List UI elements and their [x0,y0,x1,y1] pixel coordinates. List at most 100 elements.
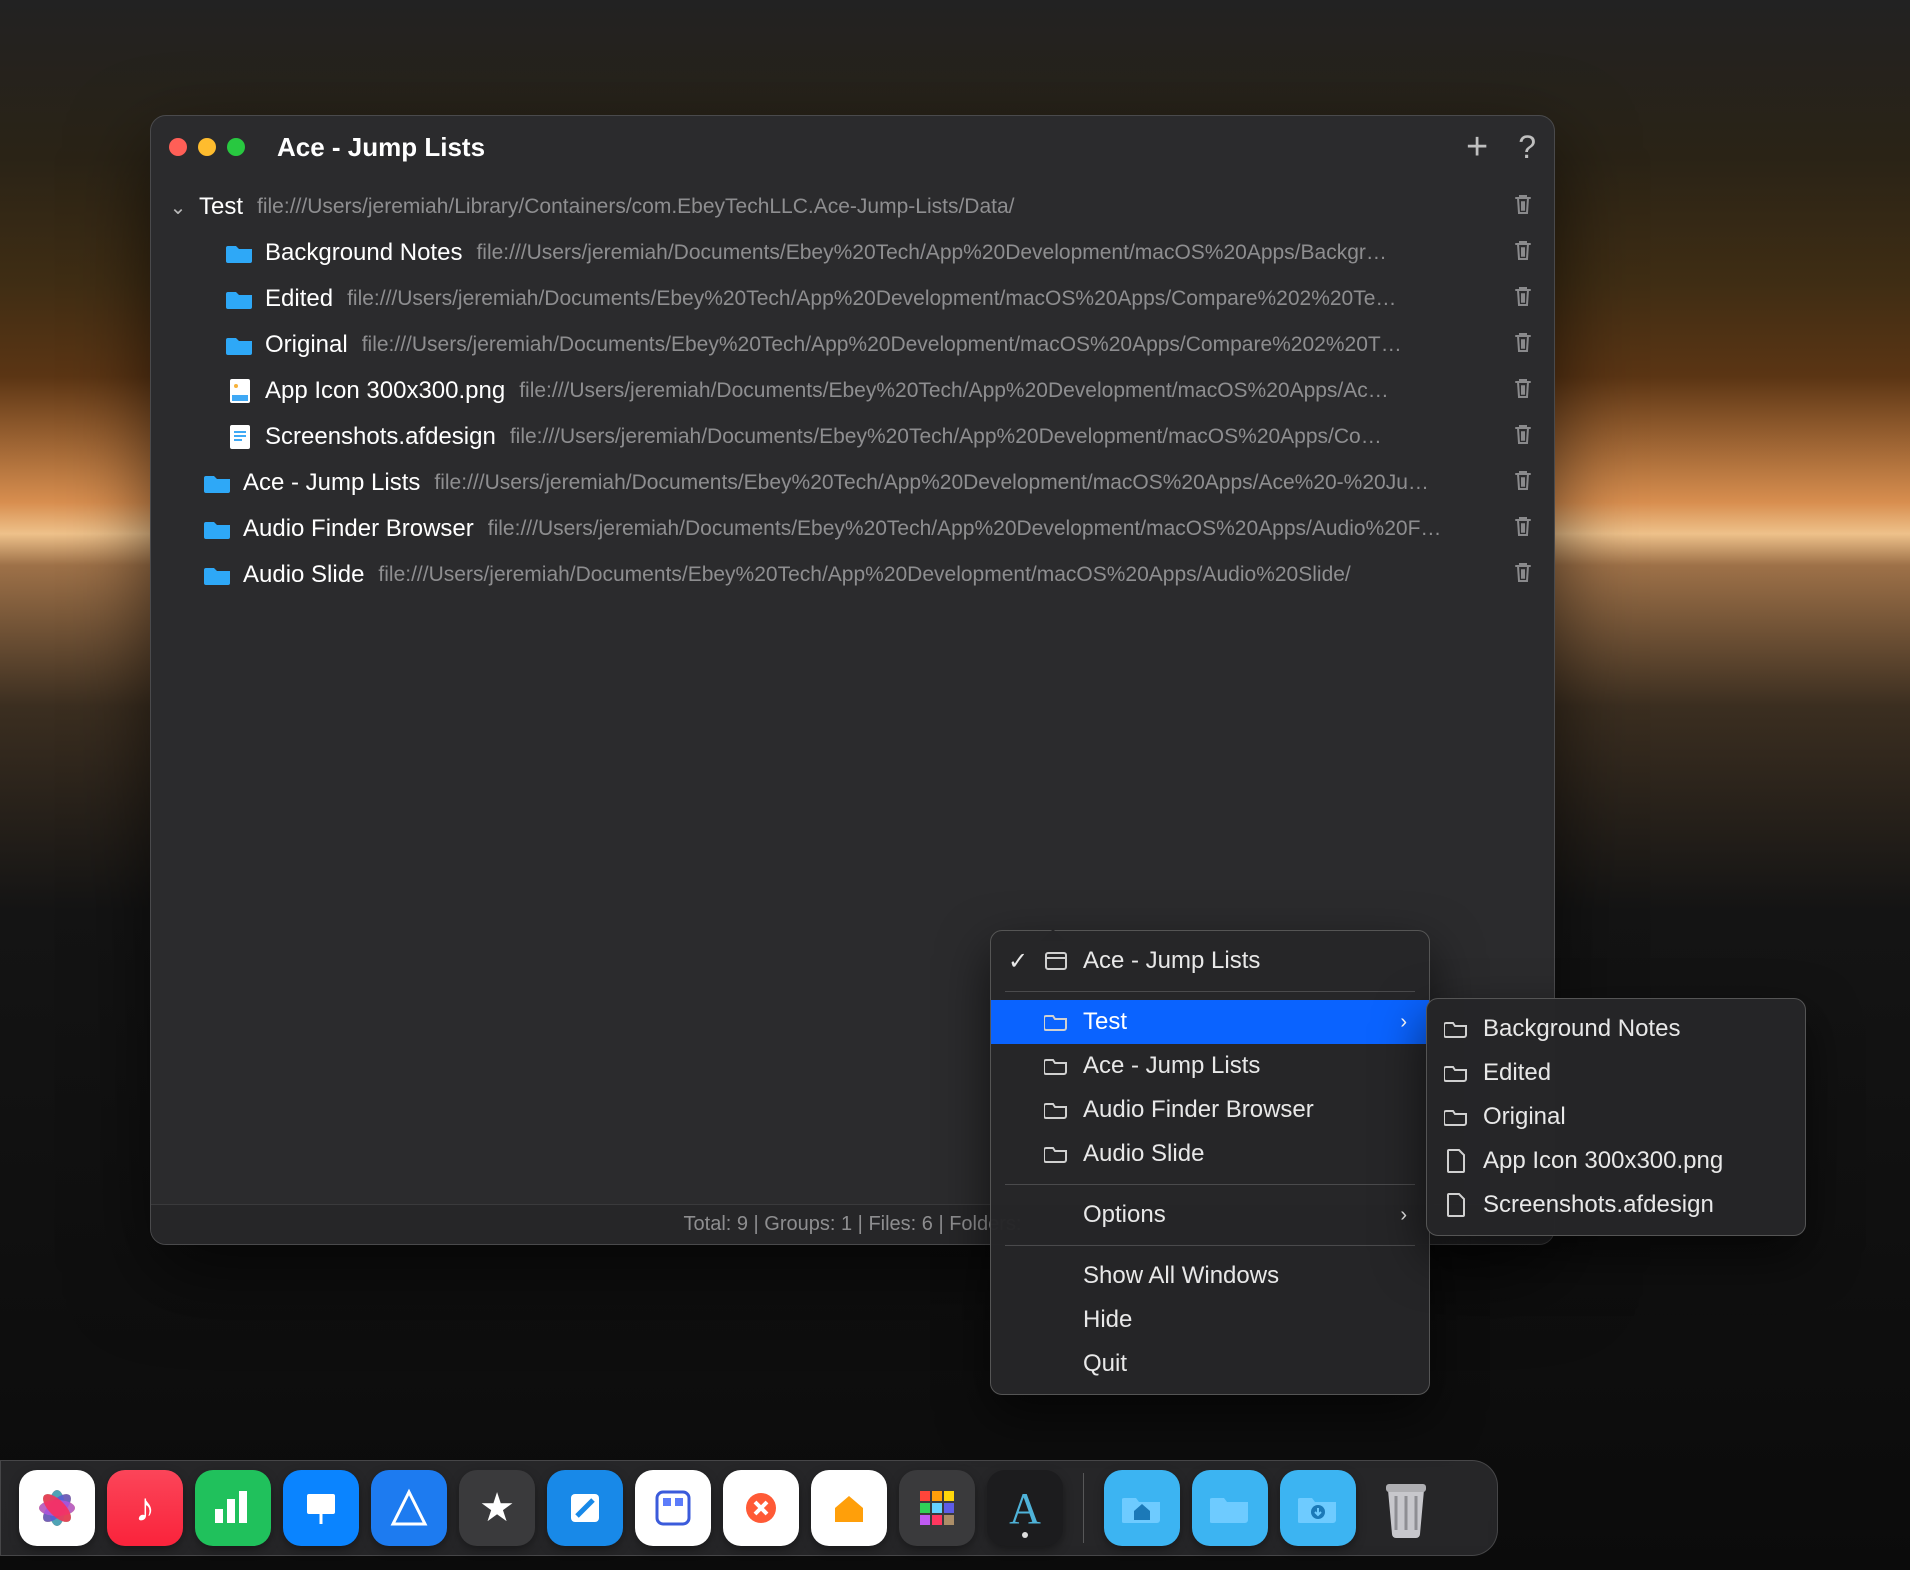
dock-folder-home[interactable] [1104,1470,1180,1546]
dock-app-numbers[interactable] [195,1470,271,1546]
submenu-item[interactable]: Original [1427,1095,1805,1139]
folder-icon [203,560,233,590]
file-icon [1443,1193,1469,1217]
dock-app-keynote[interactable] [283,1470,359,1546]
dock-app-home[interactable] [811,1470,887,1546]
submenu-item[interactable]: Background Notes [1427,1007,1805,1051]
menu-item-hide[interactable]: Hide [991,1298,1429,1342]
menu-item-app-window[interactable]: ✓ Ace - Jump Lists [991,939,1429,983]
dock-app-music[interactable]: ♪ [107,1470,183,1546]
menu-separator [1005,991,1415,992]
menu-item-ace[interactable]: Ace - Jump Lists [991,1044,1429,1088]
dock-app-ace[interactable]: A [987,1470,1063,1546]
dock-app-photos[interactable] [19,1470,95,1546]
menu-label: Show All Windows [1083,1262,1407,1290]
submenu-label: Screenshots.afdesign [1483,1191,1783,1219]
folder-icon [1043,1013,1069,1031]
item-path: file:///Users/jeremiah/Documents/Ebey%20… [347,287,1498,311]
delete-item-button[interactable] [1508,330,1538,360]
menu-item-options[interactable]: Options › [991,1193,1429,1237]
list-item[interactable]: Audio Finder Browser file:///Users/jerem… [161,506,1544,552]
dock-folder-documents[interactable] [1192,1470,1268,1546]
dock-app-grid[interactable] [899,1470,975,1546]
folder-icon [203,468,233,498]
menu-separator [1005,1245,1415,1246]
submenu-item[interactable]: Edited [1427,1051,1805,1095]
close-window-button[interactable] [169,138,187,156]
item-path: file:///Users/jeremiah/Documents/Ebey%20… [434,471,1498,495]
delete-item-button[interactable] [1508,514,1538,544]
item-name: App Icon 300x300.png [265,377,505,405]
folder-icon [1443,1020,1469,1038]
menu-separator [1005,1184,1415,1185]
dock-app-remote[interactable] [723,1470,799,1546]
menu-item-test[interactable]: Test › [991,1000,1429,1044]
window-title: Ace - Jump Lists [277,132,1454,163]
folder-icon [1043,1057,1069,1075]
window-controls [169,138,245,156]
list-item[interactable]: Background Notes file:///Users/jeremiah/… [161,230,1544,276]
item-name: Audio Slide [243,561,364,589]
menu-label: Audio Finder Browser [1083,1096,1407,1124]
image-file-icon [225,376,255,406]
menu-label: Quit [1083,1350,1407,1378]
dock-app-imovie[interactable]: ★ [459,1470,535,1546]
delete-group-button[interactable] [1508,192,1538,222]
chevron-right-icon: › [1400,1011,1407,1034]
running-indicator-icon [1022,1532,1028,1538]
dock-trash[interactable] [1368,1470,1444,1546]
folder-icon [1043,1145,1069,1163]
dock-app-developer[interactable] [635,1470,711,1546]
group-row-test[interactable]: ⌄ Test file:///Users/jeremiah/Library/Co… [161,184,1544,230]
status-text: Total: 9 | Groups: 1 | Files: 6 | Folder… [684,1213,1022,1236]
dock-app-affinity[interactable] [371,1470,447,1546]
minimize-window-button[interactable] [198,138,216,156]
zoom-window-button[interactable] [227,138,245,156]
delete-item-button[interactable] [1508,468,1538,498]
item-path: file:///Users/jeremiah/Documents/Ebey%20… [488,517,1498,541]
window-icon [1043,952,1069,970]
delete-item-button[interactable] [1508,422,1538,452]
delete-item-button[interactable] [1508,284,1538,314]
folder-icon [1043,1101,1069,1119]
submenu-item[interactable]: App Icon 300x300.png [1427,1139,1805,1183]
folder-icon [225,238,255,268]
list-item[interactable]: Audio Slide file:///Users/jeremiah/Docum… [161,552,1544,598]
item-name: Original [265,331,348,359]
menu-item-audio-finder[interactable]: Audio Finder Browser [991,1088,1429,1132]
submenu-item[interactable]: Screenshots.afdesign [1427,1183,1805,1227]
submenu-label: Background Notes [1483,1015,1783,1043]
item-path: file:///Users/jeremiah/Documents/Ebey%20… [362,333,1498,357]
menu-item-show-all[interactable]: Show All Windows [991,1254,1429,1298]
item-name: Background Notes [265,239,462,267]
delete-item-button[interactable] [1508,560,1538,590]
delete-item-button[interactable] [1508,238,1538,268]
dock-context-submenu: Background Notes Edited Original App Ico… [1426,998,1806,1236]
submenu-label: Original [1483,1103,1783,1131]
list-item[interactable]: Original file:///Users/jeremiah/Document… [161,322,1544,368]
item-name: Edited [265,285,333,313]
chevron-down-icon[interactable]: ⌄ [167,195,189,220]
dock: ♪ ★ A [0,1460,1498,1556]
file-icon [1443,1149,1469,1173]
list-item[interactable]: App Icon 300x300.png file:///Users/jerem… [161,368,1544,414]
dock-app-xcode[interactable] [547,1470,623,1546]
list-item[interactable]: Ace - Jump Lists file:///Users/jeremiah/… [161,460,1544,506]
delete-item-button[interactable] [1508,376,1538,406]
document-file-icon [225,422,255,452]
submenu-label: App Icon 300x300.png [1483,1147,1783,1175]
menu-item-quit[interactable]: Quit [991,1342,1429,1386]
folder-icon [1443,1108,1469,1126]
menu-item-audio-slide[interactable]: Audio Slide [991,1132,1429,1176]
menu-label: Hide [1083,1306,1407,1334]
list-item[interactable]: Edited file:///Users/jeremiah/Documents/… [161,276,1544,322]
chevron-right-icon: › [1400,1204,1407,1227]
help-button[interactable]: ? [1518,129,1536,166]
item-path: file:///Users/jeremiah/Documents/Ebey%20… [378,563,1498,587]
dock-folder-downloads[interactable] [1280,1470,1356,1546]
list-item[interactable]: Screenshots.afdesign file:///Users/jerem… [161,414,1544,460]
folder-icon [203,514,233,544]
group-name: Test [199,193,243,221]
item-path: file:///Users/jeremiah/Documents/Ebey%20… [510,425,1498,449]
add-button[interactable]: + [1466,126,1488,169]
